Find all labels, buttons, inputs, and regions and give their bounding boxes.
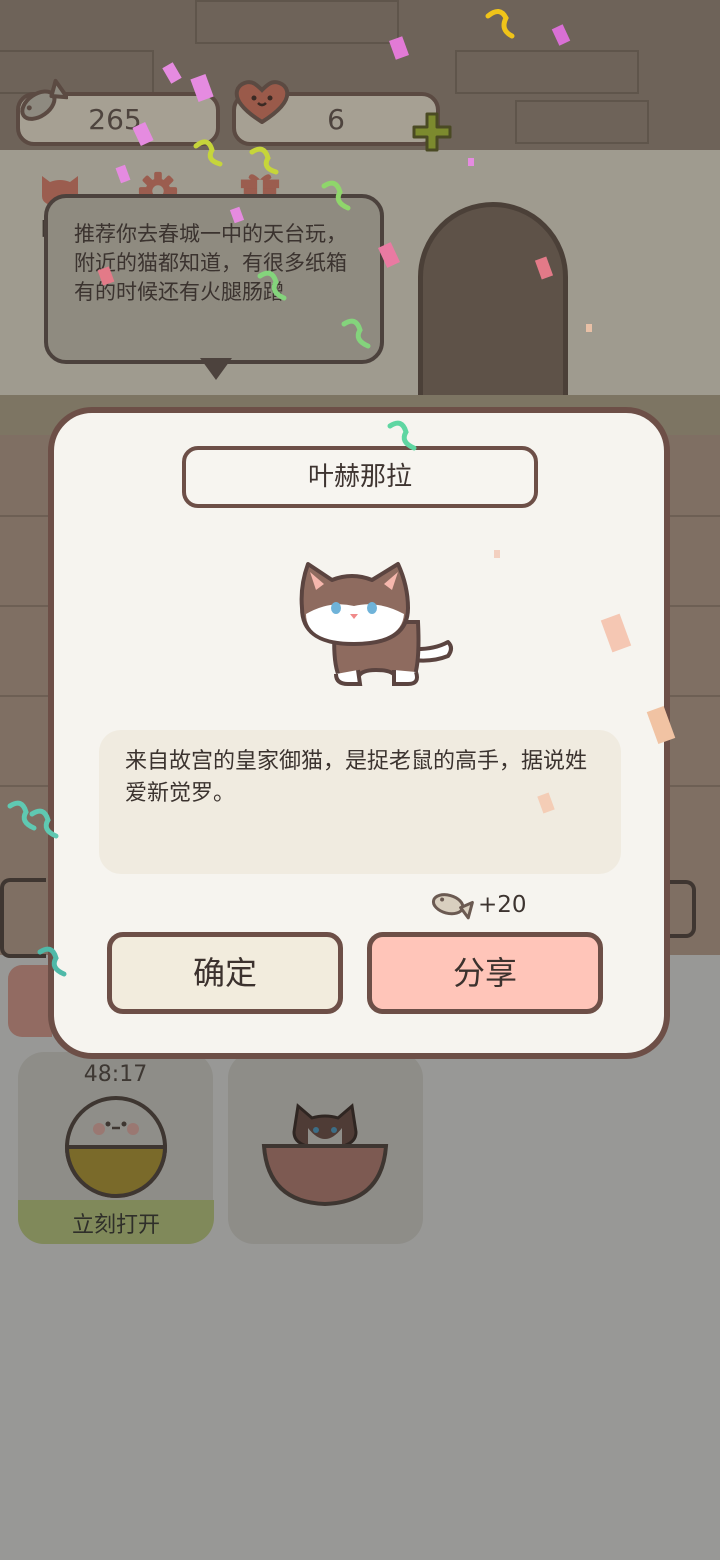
- confetti-pieces: [97, 24, 676, 814]
- confetti-overlay: [7, 9, 676, 977]
- confetti-ribbons: [7, 9, 515, 977]
